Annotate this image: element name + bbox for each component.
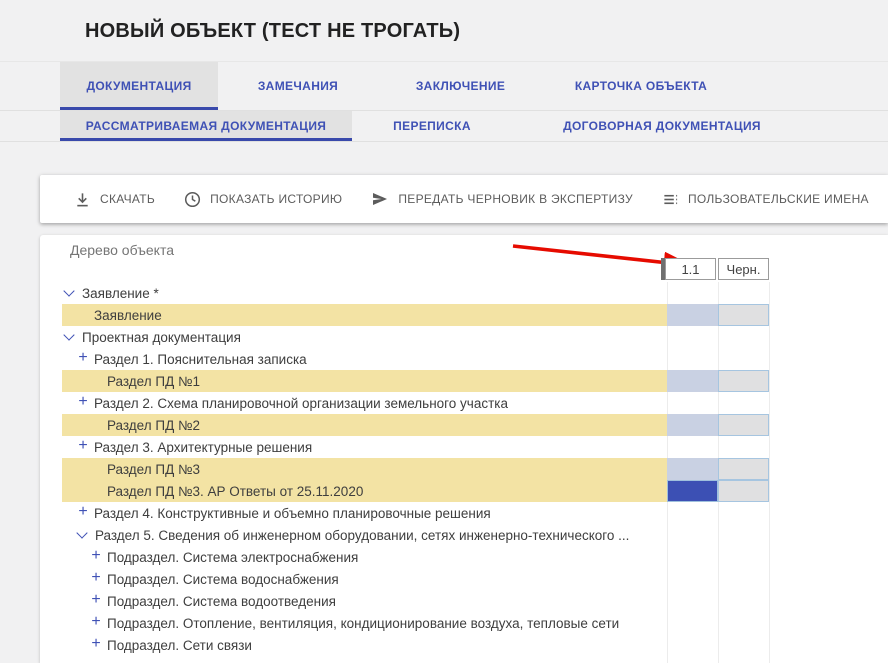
toolbar-button-label: СКАЧАТЬ — [100, 192, 155, 206]
tree-row[interactable]: + Подраздел. Система водоснабжения — [40, 568, 888, 590]
tab-documentation[interactable]: ДОКУМЕНТАЦИЯ — [60, 62, 218, 110]
tree-item-label: Подраздел. Система водоотведения — [107, 594, 336, 609]
secondary-tab-bar: РАССМАТРИВАЕМАЯ ДОКУМЕНТАЦИЯПЕРЕПИСКАДОГ… — [0, 111, 888, 142]
tree-row[interactable]: + Раздел 4. Конструктивные и объемно план… — [40, 502, 888, 524]
draft-column-header[interactable]: Черн. — [718, 258, 769, 280]
tree-item-label: Подраздел. Система электроснабжения — [107, 550, 358, 565]
page-title: НОВЫЙ ОБЪЕКТ (ТЕСТ НЕ ТРОГАТЬ) — [85, 20, 460, 43]
tree-item-label: Раздел ПД №3 — [107, 462, 200, 477]
subtab-correspondence[interactable]: ПЕРЕПИСКА — [352, 111, 512, 141]
subtab-contract-documentation[interactable]: ДОГОВОРНАЯ ДОКУМЕНТАЦИЯ — [512, 111, 812, 141]
plus-expand-icon[interactable]: + — [77, 505, 89, 519]
tree-item-label: Проектная документация — [82, 330, 241, 345]
history-clock-icon — [184, 191, 201, 208]
tree-row[interactable]: Раздел ПД №3. АР Ответы от 25.11.2020 — [40, 480, 888, 502]
toolbar-button-label: ПОЛЬЗОВАТЕЛЬСКИЕ ИМЕНА — [688, 192, 869, 206]
plus-expand-icon[interactable]: + — [77, 351, 89, 365]
download-icon — [74, 191, 91, 208]
send-icon — [371, 190, 389, 208]
tree-row[interactable]: Заявление * — [40, 282, 888, 304]
primary-tab-bar: ДОКУМЕНТАЦИЯЗАМЕЧАНИЯЗАКЛЮЧЕНИЕКАРТОЧКА … — [0, 61, 888, 111]
tree-item-label: Подраздел. Отопление, вентиляция, кондиц… — [107, 616, 619, 631]
custom-names-button[interactable]: ПОЛЬЗОВАТЕЛЬСКИЕ ИМЕНА — [662, 191, 869, 208]
plus-expand-icon[interactable]: + — [77, 395, 89, 409]
tree-row[interactable]: Раздел ПД №2 — [40, 414, 888, 436]
plus-expand-icon[interactable]: + — [90, 571, 102, 585]
plus-expand-icon[interactable]: + — [90, 637, 102, 651]
tree-row[interactable]: Раздел ПД №3 — [40, 458, 888, 480]
show-history-button[interactable]: ПОКАЗАТЬ ИСТОРИЮ — [184, 191, 342, 208]
plus-expand-icon[interactable]: + — [90, 615, 102, 629]
subtab-reviewed-documentation[interactable]: РАССМАТРИВАЕМАЯ ДОКУМЕНТАЦИЯ — [60, 111, 352, 141]
tree-item-label: Раздел 4. Конструктивные и объемно плани… — [94, 506, 491, 521]
tree-row[interactable]: Заявление — [40, 304, 888, 326]
tree-item-label: Заявление * — [82, 286, 159, 301]
tree-row[interactable]: + Подраздел. Отопление, вентиляция, конди… — [40, 612, 888, 634]
send-draft-button[interactable]: ПЕРЕДАТЬ ЧЕРНОВИК В ЭКСПЕРТИЗУ — [371, 190, 633, 208]
tree-row[interactable]: + Подраздел. Система водоотведения — [40, 590, 888, 612]
tree-item-label: Раздел 2. Схема планировочной организаци… — [94, 396, 508, 411]
tree-row[interactable]: + Подраздел. Система электроснабжения — [40, 546, 888, 568]
tree-item-label: Подраздел. Система водоснабжения — [107, 572, 339, 587]
object-tree-panel: Дерево объекта 1.1 Черн. Заявление *Заяв… — [40, 235, 888, 663]
plus-expand-icon[interactable]: + — [90, 593, 102, 607]
tree-row[interactable]: Раздел 5. Сведения об инженерном оборудо… — [40, 524, 888, 546]
tree-panel-title: Дерево объекта — [70, 242, 174, 258]
tree-item-label: Раздел 1. Пояснительная записка — [94, 352, 307, 367]
list-toc-icon — [662, 191, 679, 208]
chevron-down-icon[interactable] — [63, 285, 74, 296]
toolbar-button-label: ПЕРЕДАТЬ ЧЕРНОВИК В ЭКСПЕРТИЗУ — [398, 192, 633, 206]
tree-row[interactable]: + Подраздел. Сети связи — [40, 634, 888, 656]
tree-item-label: Раздел ПД №1 — [107, 374, 200, 389]
plus-expand-icon[interactable]: + — [90, 549, 102, 563]
tree-item-label: Раздел ПД №2 — [107, 418, 200, 433]
tab-remarks[interactable]: ЗАМЕЧАНИЯ — [218, 62, 378, 110]
tree-row[interactable]: + Раздел 1. Пояснительная записка — [40, 348, 888, 370]
tree-row[interactable]: Раздел ПД №1 — [40, 370, 888, 392]
plus-expand-icon[interactable]: + — [77, 439, 89, 453]
tree-item-label: Подраздел. Сети связи — [107, 638, 252, 653]
tree-item-label: Раздел 3. Архитектурные решения — [94, 440, 312, 455]
tree-item-label: Раздел ПД №3. АР Ответы от 25.11.2020 — [107, 484, 363, 499]
tab-object-card[interactable]: КАРТОЧКА ОБЪЕКТА — [543, 62, 739, 110]
tab-conclusion[interactable]: ЗАКЛЮЧЕНИЕ — [378, 62, 543, 110]
download-button[interactable]: СКАЧАТЬ — [74, 191, 155, 208]
document-toolbar: СКАЧАТЬ ПОКАЗАТЬ ИСТОРИЮ ПЕРЕДАТЬ ЧЕРНОВИК… — [40, 175, 888, 223]
chevron-down-icon[interactable] — [63, 329, 74, 340]
tree-item-label: Заявление — [94, 308, 162, 323]
chevron-down-icon[interactable] — [76, 527, 87, 538]
tree-row[interactable]: + Раздел 3. Архитектурные решения — [40, 436, 888, 458]
tree-row[interactable]: + Раздел 2. Схема планировочной организац… — [40, 392, 888, 414]
tree-item-label: Раздел 5. Сведения об инженерном оборудо… — [95, 528, 629, 543]
tree-row[interactable]: Проектная документация — [40, 326, 888, 348]
object-tree: Заявление * Заявление Проектная документац… — [40, 282, 888, 656]
toolbar-button-label: ПОКАЗАТЬ ИСТОРИЮ — [210, 192, 342, 206]
version-column-header[interactable]: 1.1 — [665, 258, 716, 280]
